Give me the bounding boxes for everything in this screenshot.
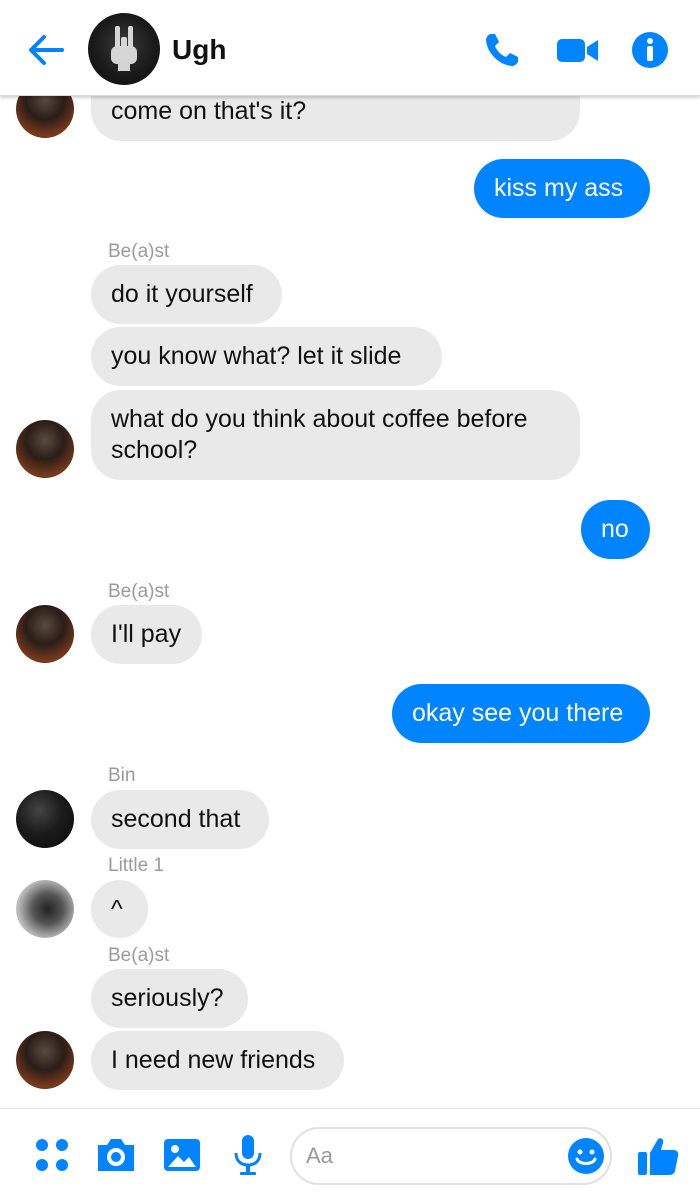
message-bubble-outgoing[interactable]: kiss my ass — [474, 159, 650, 218]
message-bubble-outgoing[interactable]: okay see you there — [392, 684, 650, 743]
emoji-icon — [568, 1138, 604, 1174]
avatar-little-1[interactable] — [16, 880, 74, 938]
sender-name: Bin — [108, 765, 136, 786]
image-icon — [164, 1139, 200, 1171]
camera-icon — [98, 1139, 134, 1171]
back-arrow-icon — [29, 35, 64, 65]
message-bubble-incoming[interactable]: you know what? let it slide — [91, 327, 442, 386]
hand-gesture-icon — [111, 26, 137, 71]
back-button[interactable] — [22, 28, 70, 72]
video-camera-icon — [557, 39, 598, 62]
message-input-placeholder: Aa — [306, 1143, 333, 1168]
conversation: come on that's it? kiss my ass Be(a)st d… — [0, 0, 700, 1108]
camera-button[interactable] — [92, 1131, 140, 1179]
voice-call-button[interactable] — [482, 30, 522, 70]
message-bubble-incoming[interactable]: second that — [91, 790, 269, 849]
conversation-header: Ugh — [0, 0, 700, 96]
message-bubble-incoming[interactable]: ^ — [91, 880, 148, 938]
avatar-bin[interactable] — [16, 790, 74, 848]
message-bubble-incoming[interactable]: do it yourself — [91, 265, 282, 324]
sender-name: Be(a)st — [108, 581, 170, 602]
group-avatar[interactable] — [88, 13, 160, 85]
more-options-button[interactable] — [28, 1131, 76, 1179]
voice-message-button[interactable] — [224, 1131, 272, 1179]
video-call-button[interactable] — [556, 30, 598, 70]
message-bubble-outgoing[interactable]: no — [581, 500, 650, 559]
avatar-beast[interactable] — [16, 605, 74, 663]
sender-name: Be(a)st — [108, 945, 170, 966]
info-button[interactable] — [630, 30, 670, 70]
phone-icon — [486, 34, 518, 66]
message-bubble-incoming[interactable]: what do you think about coffee before sc… — [91, 390, 580, 480]
grid-icon — [36, 1139, 68, 1171]
sender-name: Be(a)st — [108, 241, 170, 262]
info-icon — [632, 32, 668, 68]
avatar-beast[interactable] — [16, 1031, 74, 1089]
avatar-beast[interactable] — [16, 420, 74, 478]
microphone-icon — [234, 1135, 262, 1175]
message-bubble-incoming[interactable]: I need new friends — [91, 1031, 344, 1090]
message-composer: Aa — [0, 1108, 700, 1200]
message-bubble-incoming[interactable]: seriously? — [91, 969, 248, 1028]
send-like-button[interactable] — [634, 1131, 682, 1179]
thumbs-up-icon — [638, 1138, 679, 1175]
sender-name: Little 1 — [108, 855, 164, 876]
emoji-button[interactable] — [566, 1136, 606, 1176]
message-input[interactable]: Aa — [290, 1127, 612, 1185]
conversation-title[interactable]: Ugh — [172, 34, 226, 66]
gallery-button[interactable] — [158, 1131, 206, 1179]
message-bubble-incoming[interactable]: I'll pay — [91, 605, 202, 664]
